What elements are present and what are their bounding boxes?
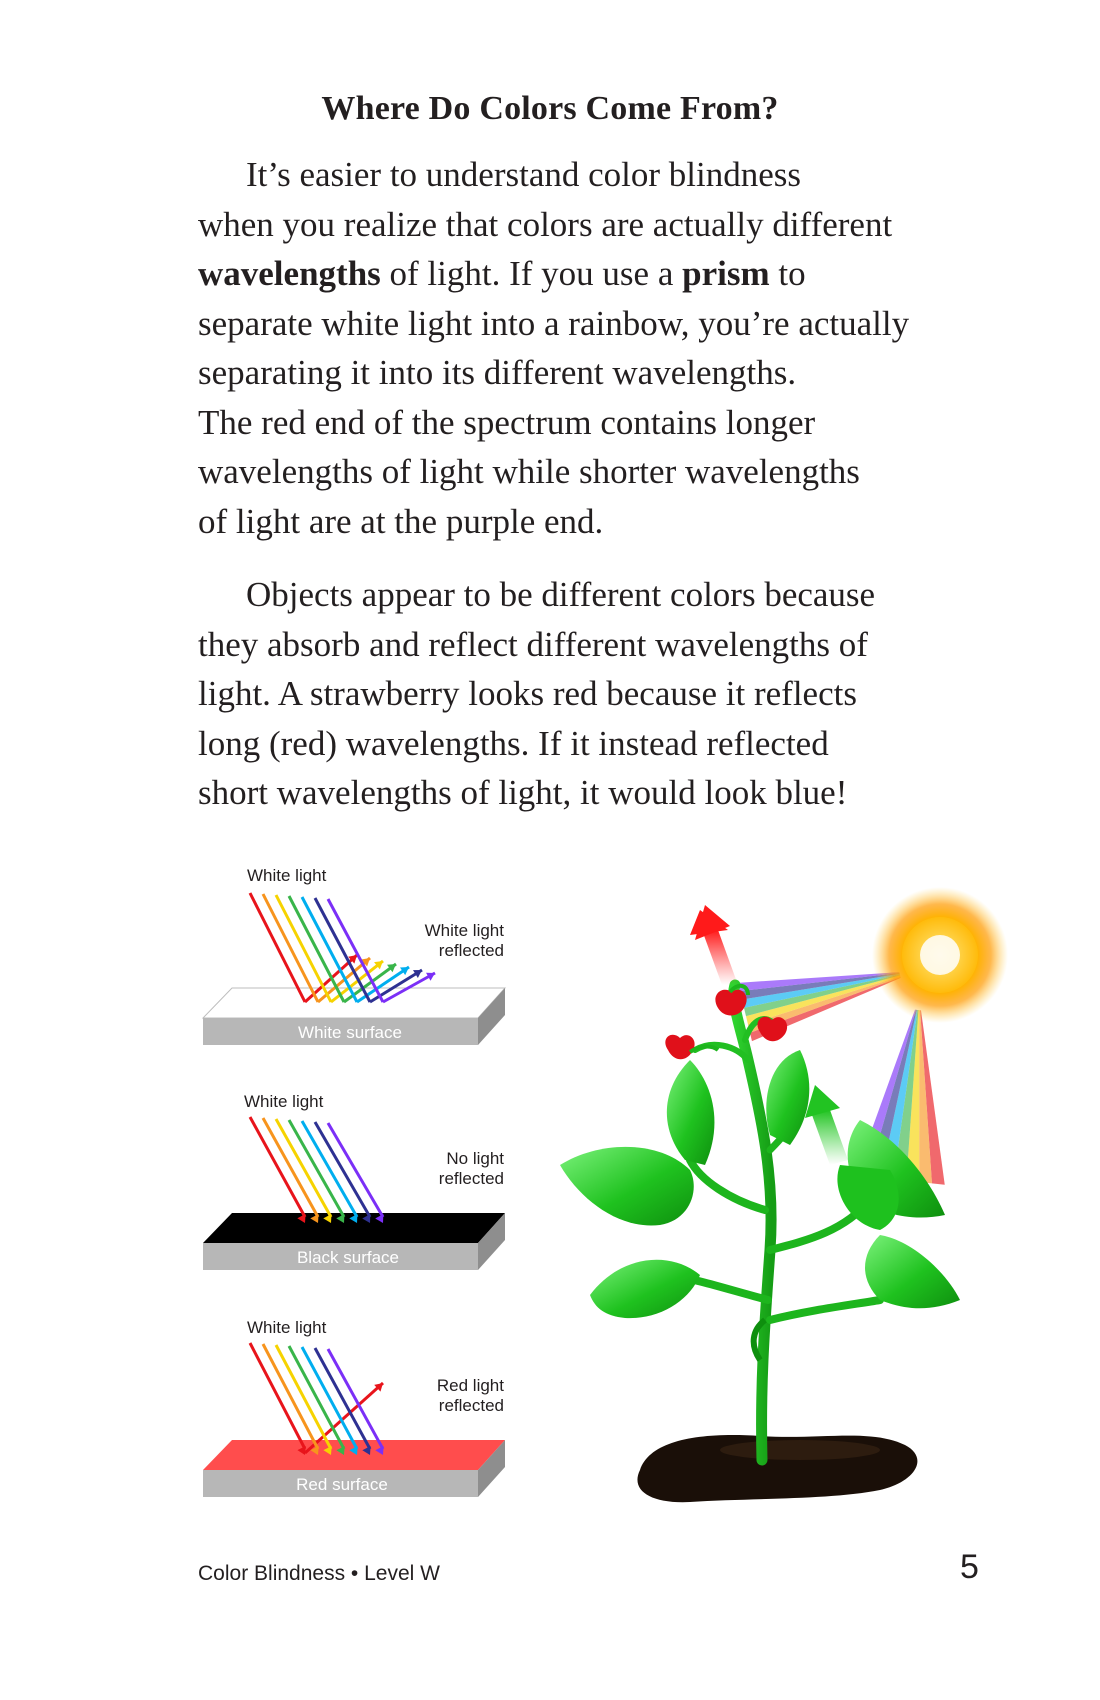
- diagram-red-result-label-1: Red light: [437, 1376, 504, 1395]
- leaf: [766, 1050, 810, 1145]
- diagram-black-surface: White light No light reflected Black sur…: [203, 1092, 505, 1270]
- diagram-black-incoming-label: White light: [244, 1092, 324, 1111]
- illustration: White light White light reflected White …: [201, 866, 1008, 1503]
- red-surface-rays: [248, 1342, 385, 1455]
- black-surface-rays: [248, 1116, 385, 1223]
- diagram-white-result-label-2: reflected: [439, 941, 504, 960]
- diagram-red-result-label-2: reflected: [439, 1396, 504, 1415]
- diagram-white-surface: White light White light reflected White …: [201, 866, 507, 1045]
- red-surface-label: Red surface: [296, 1475, 388, 1494]
- white-surface-label: White surface: [298, 1023, 402, 1042]
- footer-book-title: Color Blindness • Level W: [198, 1562, 440, 1585]
- green-light-reflected-arrow: [805, 1085, 848, 1165]
- main-stem: [728, 979, 777, 1466]
- diagram-red-surface: White light Red light reflected Red surf…: [203, 1318, 505, 1497]
- white-surface-rays: [248, 892, 436, 1004]
- black-surface-label: Black surface: [297, 1248, 399, 1267]
- white-surface-top: [201, 987, 507, 1019]
- diagram-white-result-label-1: White light: [425, 921, 505, 940]
- red-light-reflected-arrow: [690, 905, 738, 985]
- diagram-red-incoming-label: White light: [247, 1318, 327, 1337]
- leaf: [590, 1259, 700, 1319]
- diagram-white-incoming-label: White light: [247, 866, 327, 885]
- leaf: [666, 1060, 715, 1165]
- leaf: [560, 1146, 694, 1226]
- page-number: 5: [960, 1548, 979, 1586]
- leaf: [865, 1235, 960, 1309]
- diagram-black-result-label-2: reflected: [439, 1169, 504, 1188]
- plant-illustration: [560, 887, 1008, 1503]
- diagram-black-result-label-1: No light: [446, 1149, 504, 1168]
